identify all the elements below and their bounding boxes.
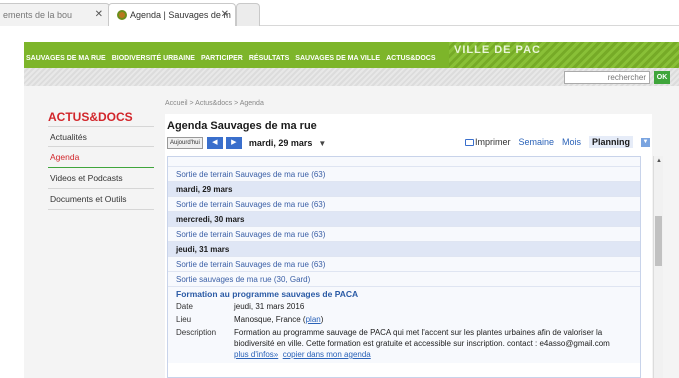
sidebar: ACTUS&DOCS Actualités Agenda Videos et P… xyxy=(48,110,154,210)
agenda-day-header: mardi, 29 mars xyxy=(168,182,640,197)
agenda-event[interactable]: Sortie de terrain Sauvages de ma rue (63… xyxy=(168,257,640,272)
close-icon[interactable]: ✕ xyxy=(221,9,229,20)
tab-semaine[interactable]: Semaine xyxy=(518,137,554,147)
place-text: Manosque, France xyxy=(234,315,301,324)
event-detail: Date jeudi, 31 mars 2016 Lieu Manosque, … xyxy=(168,301,640,349)
scrollbar-thumb[interactable] xyxy=(655,216,662,266)
detail-label: Lieu xyxy=(176,315,192,324)
nav-participer[interactable]: PARTICIPER xyxy=(201,55,243,62)
search-bar: OK xyxy=(24,68,679,86)
print-button[interactable]: Imprimer xyxy=(464,137,511,147)
detail-place-row: Lieu Manosque, France (plan) xyxy=(176,314,640,327)
site-brand: VILLE DE PAC xyxy=(454,44,541,56)
agenda-list: Sortie de terrain Sauvages de ma rue (63… xyxy=(167,156,641,378)
current-date[interactable]: mardi, 29 mars xyxy=(249,138,313,148)
tab-mois[interactable]: Mois xyxy=(562,137,581,147)
sidebar-item-agenda[interactable]: Agenda xyxy=(48,147,154,168)
more-info-link[interactable]: plus d'infos» xyxy=(234,350,278,359)
detail-label: Date xyxy=(176,302,193,311)
nav-biodiversite-urbaine[interactable]: BIODIVERSITÉ URBAINE xyxy=(112,55,195,62)
calendar-panel: Agenda Sauvages de ma rue Aujourd'hui ◀ … xyxy=(165,114,663,378)
chevron-down-icon[interactable]: ▼ xyxy=(641,137,650,147)
map-link[interactable]: plan xyxy=(306,315,321,324)
today-button[interactable]: Aujourd'hui xyxy=(167,137,203,149)
calendar-toolbar: Aujourd'hui ◀ ▶ mardi, 29 mars ▼ xyxy=(167,136,326,150)
nav-sauvages-de-ma-rue[interactable]: SAUVAGES DE MA RUE xyxy=(26,55,106,62)
agenda-row-partial xyxy=(168,157,640,167)
browser-tab[interactable]: ements de la bou ✕ xyxy=(0,3,110,26)
detail-label: Description xyxy=(176,328,217,337)
event-detail-title[interactable]: Formation au programme sauvages de PACA xyxy=(168,287,640,301)
agenda-event[interactable]: Sortie de terrain Sauvages de ma rue (63… xyxy=(168,167,640,182)
detail-date-row: Date jeudi, 31 mars 2016 xyxy=(176,301,640,314)
chevron-down-icon[interactable]: ▼ xyxy=(318,139,326,148)
nav-actus-docs[interactable]: ACTUS&DOCS xyxy=(386,55,435,62)
search-ok-button[interactable]: OK xyxy=(654,71,670,84)
sidebar-item-actualites[interactable]: Actualités xyxy=(48,126,154,147)
browser-tab-strip: ements de la bou ✕ Agenda | Sauvages de … xyxy=(0,0,679,26)
agenda-scrollbar[interactable]: ▲ xyxy=(653,156,663,378)
breadcrumb: Accueil > Actus&docs > Agenda xyxy=(165,100,264,107)
view-switcher: Imprimer Semaine Mois Planning ▼ xyxy=(464,136,650,148)
detail-place-value: Manosque, France (plan) xyxy=(234,315,324,324)
sidebar-item-documents[interactable]: Documents et Outils xyxy=(48,189,154,210)
nav-resultats[interactable]: RÉSULTATS xyxy=(249,55,289,62)
detail-description-value: Formation au programme sauvage de PACA q… xyxy=(234,328,610,348)
print-label: Imprimer xyxy=(474,137,511,147)
page-title: Agenda Sauvages de ma rue xyxy=(167,120,317,132)
detail-date-value: jeudi, 31 mars 2016 xyxy=(234,302,305,311)
nav-sauvages-de-ma-ville[interactable]: SAUVAGES DE MA VILLE xyxy=(295,55,380,62)
sidebar-title: ACTUS&DOCS xyxy=(48,110,133,124)
agenda-event[interactable]: Sortie de terrain Sauvages de ma rue (63… xyxy=(168,197,640,212)
printer-icon xyxy=(464,139,474,146)
next-icon[interactable]: ▶ xyxy=(225,137,242,149)
top-navigation: VILLE DE PAC SAUVAGES DE MA RUE BIODIVER… xyxy=(24,42,679,68)
close-icon[interactable]: ✕ xyxy=(95,9,103,20)
agenda-event[interactable]: Sortie de terrain Sauvages de ma rue (63… xyxy=(168,227,640,242)
sidebar-item-videos[interactable]: Videos et Podcasts xyxy=(48,168,154,189)
new-tab-button[interactable] xyxy=(236,3,260,26)
browser-tab-active[interactable]: Agenda | Sauvages de m ✕ xyxy=(108,3,236,26)
tab-label: ements de la bou xyxy=(3,10,73,20)
favicon-icon xyxy=(117,10,127,20)
agenda-event[interactable]: Sortie sauvages de ma rue (30, Gard) xyxy=(168,272,640,287)
previous-icon[interactable]: ◀ xyxy=(206,137,223,149)
search-input[interactable] xyxy=(564,71,650,84)
tab-planning[interactable]: Planning xyxy=(589,136,633,148)
detail-links: plus d'infos» copier dans mon agenda xyxy=(168,349,640,363)
agenda-day-header: mercredi, 30 mars xyxy=(168,212,640,227)
tab-label: Agenda | Sauvages de m xyxy=(130,10,231,20)
main-menu: SAUVAGES DE MA RUE BIODIVERSITÉ URBAINE … xyxy=(26,55,435,62)
detail-description-row: Description Formation au programme sauva… xyxy=(176,327,640,349)
agenda-day-header: jeudi, 31 mars xyxy=(168,242,640,257)
copy-to-calendar-link[interactable]: copier dans mon agenda xyxy=(283,350,371,359)
scroll-up-icon[interactable]: ▲ xyxy=(656,158,662,164)
site-page: VILLE DE PAC SAUVAGES DE MA RUE BIODIVER… xyxy=(24,42,679,378)
